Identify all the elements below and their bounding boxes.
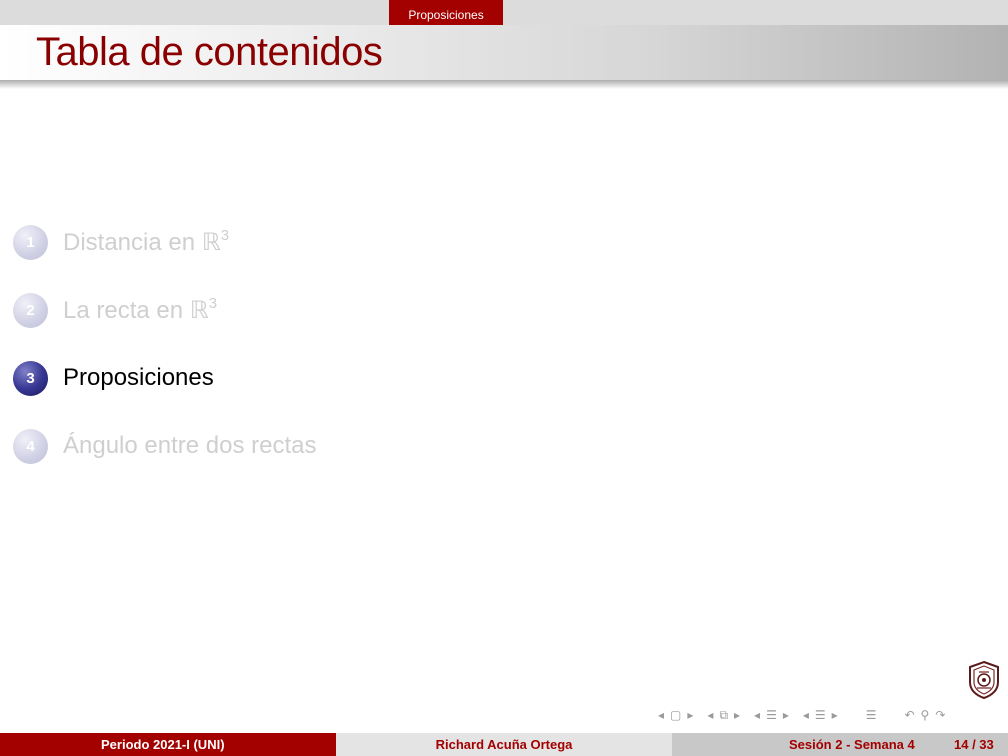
next-subsection-icon[interactable]: ▸	[734, 708, 740, 722]
toc-item-proposiciones[interactable]: 3 Proposiciones	[13, 360, 214, 396]
subsection-navigation: ◂ ⧉ ▸	[704, 708, 743, 723]
document-navigation: ☰	[863, 708, 880, 722]
frame-title: Tabla de contenidos	[36, 30, 383, 74]
section-icon[interactable]: ☰	[766, 708, 777, 722]
frame-navigation: ◂ ▢ ▸	[655, 708, 696, 722]
footer-page-number: 14 / 33	[954, 737, 994, 752]
footer-author: Richard Acuña Ortega	[336, 733, 672, 756]
back-icon[interactable]: ↶	[904, 708, 914, 722]
forward-icon[interactable]: ↷	[935, 708, 945, 722]
subsection-icon[interactable]: ⧉	[719, 708, 728, 723]
footer-period: Periodo 2021-I (UNI)	[101, 737, 225, 752]
toc-number-ball: 1	[13, 224, 48, 260]
prev-subsection-icon[interactable]: ◂	[707, 708, 713, 722]
toc-item-label: Distancia en ℝ3	[63, 227, 230, 256]
next-frame-icon[interactable]: ▸	[687, 708, 693, 722]
toc-item-angulo[interactable]: 4 Ángulo entre dos rectas	[13, 428, 317, 464]
next-page-icon[interactable]: ▸	[832, 708, 838, 722]
document-icon[interactable]: ☰	[815, 708, 826, 722]
frame-title-bar: Tabla de contenidos	[0, 25, 1008, 80]
history-search-navigation: ↶ ⚲ ↷	[901, 708, 948, 722]
document-outline-icon[interactable]: ☰	[866, 708, 877, 722]
prev-section-icon[interactable]: ◂	[754, 708, 760, 722]
toc-item-la-recta[interactable]: 2 La recta en ℝ3	[13, 292, 217, 328]
toc-item-label: Proposiciones	[63, 364, 214, 391]
toc-number-ball: 2	[13, 292, 48, 328]
title-shadow	[0, 80, 1008, 89]
next-section-icon[interactable]: ▸	[783, 708, 789, 722]
search-icon[interactable]: ⚲	[921, 708, 930, 722]
footer-left: Periodo 2021-I (UNI)	[0, 733, 336, 756]
table-of-contents: 1 Distancia en ℝ3 2 La recta en ℝ3 3 Pro…	[0, 0, 1008, 756]
toc-item-label: La recta en ℝ3	[63, 295, 218, 324]
footer-session: Sesión 2 - Semana 4	[789, 737, 915, 752]
footer-right: Sesión 2 - Semana 4 14 / 33	[672, 733, 1008, 756]
prev-page-icon[interactable]: ◂	[803, 708, 809, 722]
section-navigation-bar: Proposiciones	[0, 0, 1008, 25]
toc-item-label: Ángulo entre dos rectas	[63, 432, 317, 459]
toc-number-ball-active: 3	[13, 360, 48, 396]
toc-number-ball: 4	[13, 428, 48, 464]
section-navigation: ◂ ☰ ▸	[751, 708, 792, 722]
page-navigation: ◂ ☰ ▸	[800, 708, 841, 722]
university-crest-icon	[969, 660, 999, 700]
frame-icon[interactable]: ▢	[670, 708, 681, 722]
footer-bar: Periodo 2021-I (UNI) Richard Acuña Orteg…	[0, 733, 1008, 756]
section-tab-proposiciones[interactable]: Proposiciones	[389, 0, 503, 25]
prev-frame-icon[interactable]: ◂	[658, 708, 664, 722]
beamer-navigation-symbols: ◂ ▢ ▸ ◂ ⧉ ▸ ◂ ☰ ▸ ◂ ☰ ▸ ☰ ↶ ⚲ ↷	[655, 707, 956, 723]
toc-item-distancia[interactable]: 1 Distancia en ℝ3	[13, 224, 229, 260]
